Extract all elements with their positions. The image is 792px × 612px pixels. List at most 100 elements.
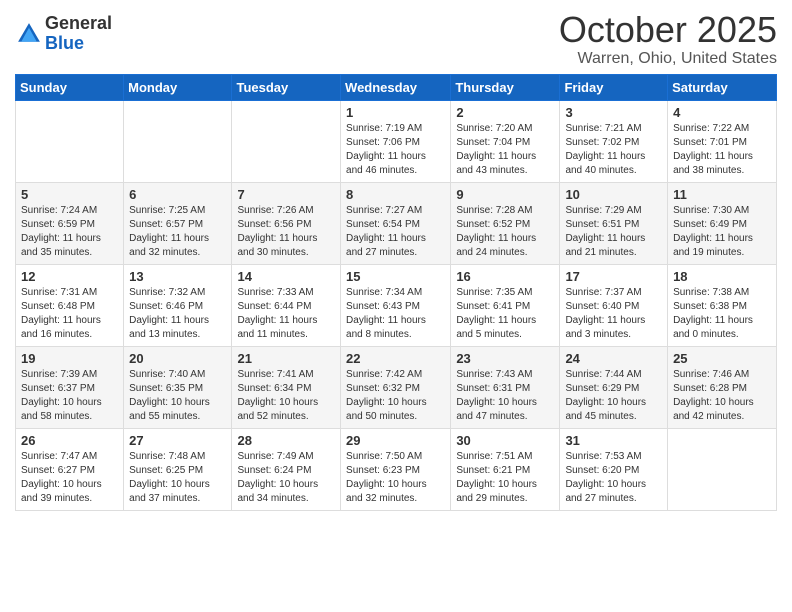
day-info: Sunrise: 7:40 AM Sunset: 6:35 PM Dayligh… (129, 368, 226, 424)
col-friday: Friday (560, 74, 668, 100)
day-number: 7 (237, 187, 335, 202)
calendar-week-row: 12 Sunrise: 7:31 AM Sunset: 6:48 PM Dayli… (16, 264, 777, 346)
table-row: 9 Sunrise: 7:28 AM Sunset: 6:52 PM Daylig… (451, 182, 560, 264)
day-number: 31 (565, 433, 662, 448)
col-monday: Monday (124, 74, 232, 100)
col-tuesday: Tuesday (232, 74, 341, 100)
day-number: 25 (673, 351, 771, 366)
day-info: Sunrise: 7:34 AM Sunset: 6:43 PM Dayligh… (346, 286, 445, 342)
day-number: 22 (346, 351, 445, 366)
table-row: 2 Sunrise: 7:20 AM Sunset: 7:04 PM Daylig… (451, 100, 560, 182)
day-info: Sunrise: 7:22 AM Sunset: 7:01 PM Dayligh… (673, 122, 771, 178)
day-number: 24 (565, 351, 662, 366)
day-info: Sunrise: 7:53 AM Sunset: 6:20 PM Dayligh… (565, 450, 662, 506)
day-number: 15 (346, 269, 445, 284)
col-sunday: Sunday (16, 74, 124, 100)
col-thursday: Thursday (451, 74, 560, 100)
day-info: Sunrise: 7:37 AM Sunset: 6:40 PM Dayligh… (565, 286, 662, 342)
day-info: Sunrise: 7:41 AM Sunset: 6:34 PM Dayligh… (237, 368, 335, 424)
day-number: 5 (21, 187, 118, 202)
day-info: Sunrise: 7:50 AM Sunset: 6:23 PM Dayligh… (346, 450, 445, 506)
table-row: 5Sunrise: 7:24 AM Sunset: 6:59 PM Daylig… (16, 182, 124, 264)
table-row: 7 Sunrise: 7:26 AM Sunset: 6:56 PM Daylig… (232, 182, 341, 264)
table-row: 10 Sunrise: 7:29 AM Sunset: 6:51 PM Dayli… (560, 182, 668, 264)
day-number: 2 (456, 105, 554, 120)
calendar-week-row: 19 Sunrise: 7:39 AM Sunset: 6:37 PM Dayli… (16, 346, 777, 428)
table-row (232, 100, 341, 182)
table-row: 16 Sunrise: 7:35 AM Sunset: 6:41 PM Dayli… (451, 264, 560, 346)
day-number: 23 (456, 351, 554, 366)
calendar-header-row: Sunday Monday Tuesday Wednesday Thursday… (16, 74, 777, 100)
table-row: 31 Sunrise: 7:53 AM Sunset: 6:20 PM Dayli… (560, 428, 668, 510)
day-info: Sunrise: 7:32 AM Sunset: 6:46 PM Dayligh… (129, 286, 226, 342)
day-info: Sunrise: 7:29 AM Sunset: 6:51 PM Dayligh… (565, 204, 662, 260)
calendar-week-row: 26 Sunrise: 7:47 AM Sunset: 6:27 PM Dayli… (16, 428, 777, 510)
table-row: 6 Sunrise: 7:25 AM Sunset: 6:57 PM Daylig… (124, 182, 232, 264)
logo-icon (15, 20, 43, 48)
calendar: Sunday Monday Tuesday Wednesday Thursday… (15, 74, 777, 511)
day-info: Sunrise: 7:26 AM Sunset: 6:56 PM Dayligh… (237, 204, 335, 260)
table-row: 28Sunrise: 7:49 AM Sunset: 6:24 PM Dayli… (232, 428, 341, 510)
table-row: 4 Sunrise: 7:22 AM Sunset: 7:01 PM Daylig… (668, 100, 777, 182)
col-wednesday: Wednesday (341, 74, 451, 100)
table-row: 29 Sunrise: 7:50 AM Sunset: 6:23 PM Dayli… (341, 428, 451, 510)
day-number: 6 (129, 187, 226, 202)
day-number: 16 (456, 269, 554, 284)
location-title: Warren, Ohio, United States (559, 50, 777, 68)
table-row: 13 Sunrise: 7:32 AM Sunset: 6:46 PM Dayli… (124, 264, 232, 346)
table-row (124, 100, 232, 182)
day-info: Sunrise: 7:33 AM Sunset: 6:44 PM Dayligh… (237, 286, 335, 342)
table-row: 3 Sunrise: 7:21 AM Sunset: 7:02 PM Daylig… (560, 100, 668, 182)
day-number: 17 (565, 269, 662, 284)
logo-general: General (45, 14, 112, 34)
table-row: 20 Sunrise: 7:40 AM Sunset: 6:35 PM Dayli… (124, 346, 232, 428)
table-row: 19 Sunrise: 7:39 AM Sunset: 6:37 PM Dayli… (16, 346, 124, 428)
day-number: 12 (21, 269, 118, 284)
table-row: 1 Sunrise: 7:19 AM Sunset: 7:06 PM Daylig… (341, 100, 451, 182)
day-number: 11 (673, 187, 771, 202)
page: General Blue October 2025 Warren, Ohio, … (0, 0, 792, 612)
day-number: 26 (21, 433, 118, 448)
table-row: 22 Sunrise: 7:42 AM Sunset: 6:32 PM Dayli… (341, 346, 451, 428)
day-number: 4 (673, 105, 771, 120)
day-info: Sunrise: 7:47 AM Sunset: 6:27 PM Dayligh… (21, 450, 118, 506)
table-row: 8Sunrise: 7:27 AM Sunset: 6:54 PM Daylig… (341, 182, 451, 264)
day-number: 29 (346, 433, 445, 448)
table-row: 23Sunrise: 7:43 AM Sunset: 6:31 PM Dayli… (451, 346, 560, 428)
day-info: Sunrise: 7:42 AM Sunset: 6:32 PM Dayligh… (346, 368, 445, 424)
day-number: 3 (565, 105, 662, 120)
day-number: 27 (129, 433, 226, 448)
logo: General Blue (15, 14, 112, 54)
day-info: Sunrise: 7:31 AM Sunset: 6:48 PM Dayligh… (21, 286, 118, 342)
day-info: Sunrise: 7:39 AM Sunset: 6:37 PM Dayligh… (21, 368, 118, 424)
day-number: 20 (129, 351, 226, 366)
day-info: Sunrise: 7:19 AM Sunset: 7:06 PM Dayligh… (346, 122, 445, 178)
day-info: Sunrise: 7:46 AM Sunset: 6:28 PM Dayligh… (673, 368, 771, 424)
day-number: 9 (456, 187, 554, 202)
table-row: 24Sunrise: 7:44 AM Sunset: 6:29 PM Dayli… (560, 346, 668, 428)
table-row: 18Sunrise: 7:38 AM Sunset: 6:38 PM Dayli… (668, 264, 777, 346)
day-info: Sunrise: 7:48 AM Sunset: 6:25 PM Dayligh… (129, 450, 226, 506)
day-number: 28 (237, 433, 335, 448)
day-info: Sunrise: 7:35 AM Sunset: 6:41 PM Dayligh… (456, 286, 554, 342)
day-number: 10 (565, 187, 662, 202)
table-row (16, 100, 124, 182)
title-block: October 2025 Warren, Ohio, United States (559, 10, 777, 68)
table-row: 14 Sunrise: 7:33 AM Sunset: 6:44 PM Dayli… (232, 264, 341, 346)
day-number: 13 (129, 269, 226, 284)
day-info: Sunrise: 7:28 AM Sunset: 6:52 PM Dayligh… (456, 204, 554, 260)
month-title: October 2025 (559, 10, 777, 50)
table-row (668, 428, 777, 510)
day-number: 21 (237, 351, 335, 366)
day-number: 1 (346, 105, 445, 120)
day-info: Sunrise: 7:20 AM Sunset: 7:04 PM Dayligh… (456, 122, 554, 178)
day-number: 19 (21, 351, 118, 366)
logo-blue: Blue (45, 34, 112, 54)
logo-text: General Blue (45, 14, 112, 54)
day-info: Sunrise: 7:27 AM Sunset: 6:54 PM Dayligh… (346, 204, 445, 260)
day-info: Sunrise: 7:25 AM Sunset: 6:57 PM Dayligh… (129, 204, 226, 260)
day-number: 14 (237, 269, 335, 284)
col-saturday: Saturday (668, 74, 777, 100)
day-info: Sunrise: 7:21 AM Sunset: 7:02 PM Dayligh… (565, 122, 662, 178)
table-row: 27 Sunrise: 7:48 AM Sunset: 6:25 PM Dayli… (124, 428, 232, 510)
